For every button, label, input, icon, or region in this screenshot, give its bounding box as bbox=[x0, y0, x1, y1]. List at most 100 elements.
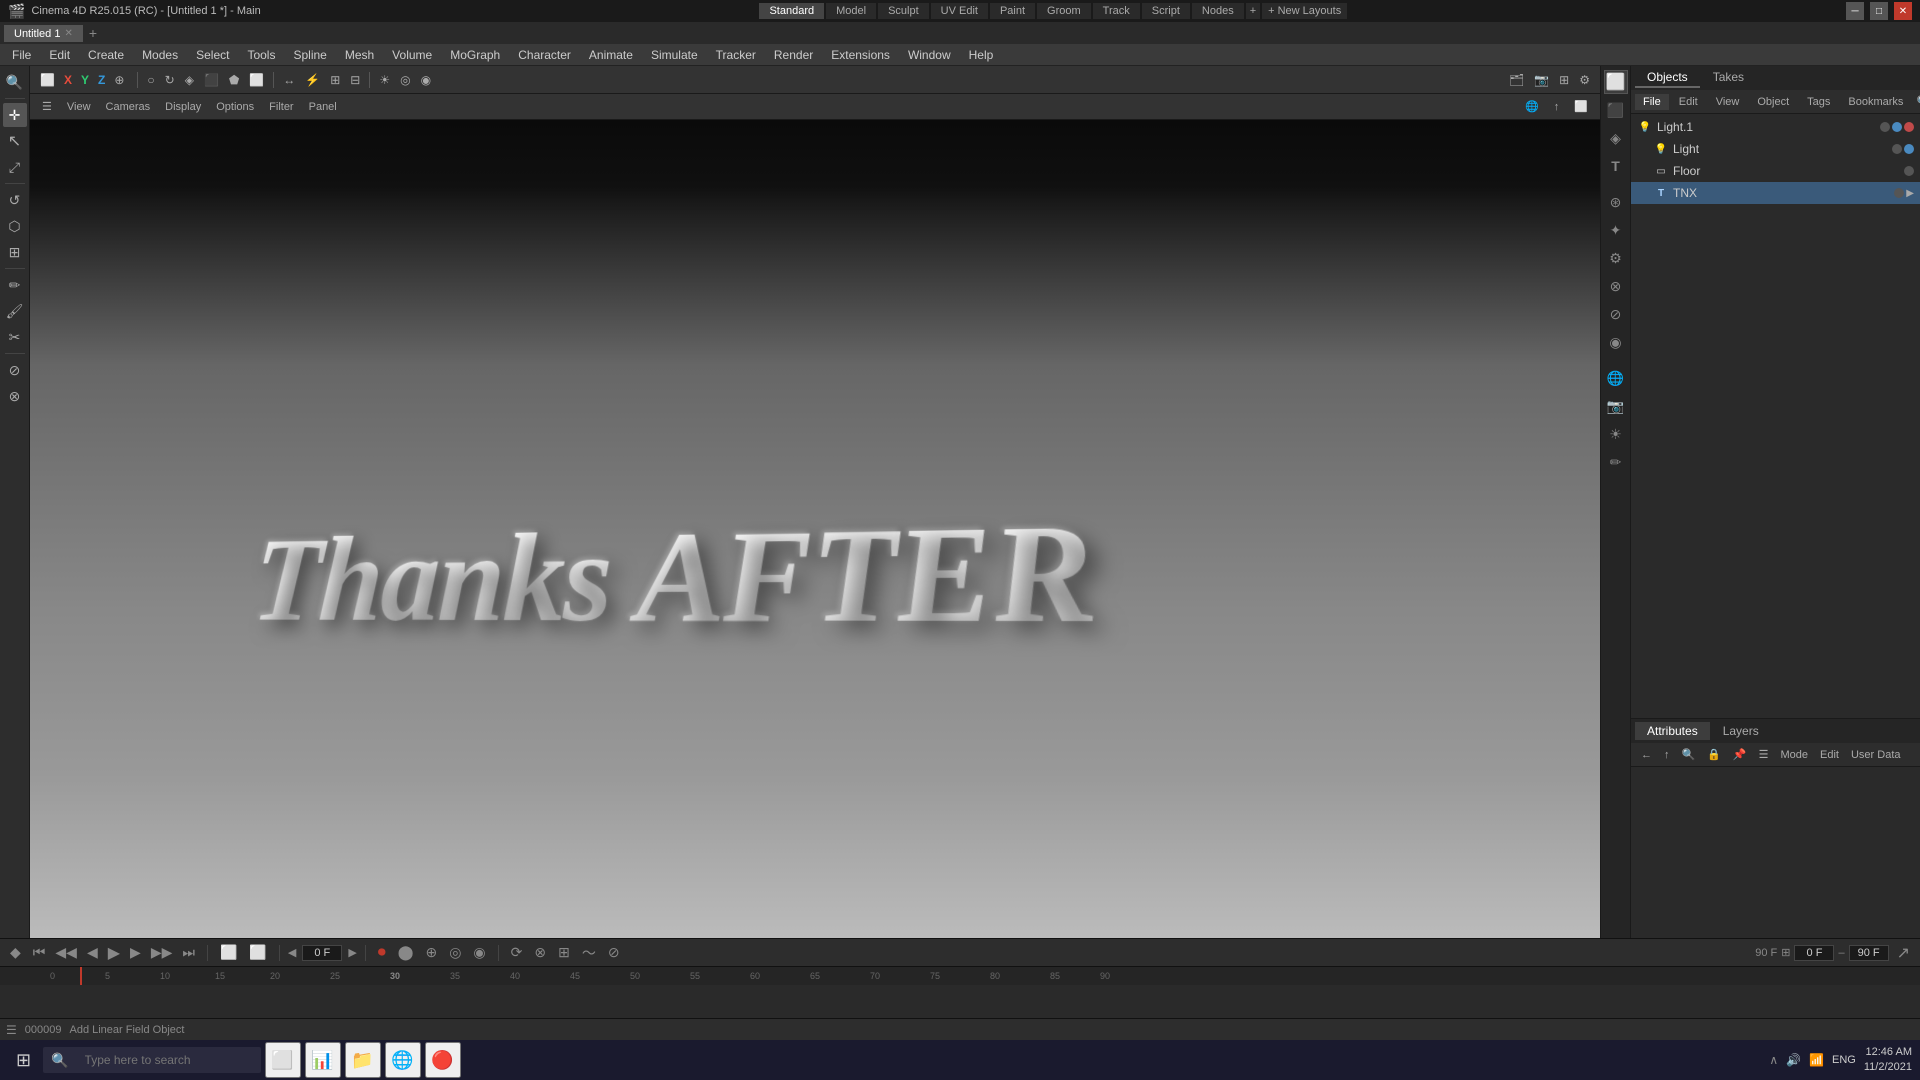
taskbar-chrome-icon[interactable]: 🔴 bbox=[425, 1042, 461, 1078]
sec-expand-icon[interactable]: 🌐 bbox=[1519, 98, 1545, 115]
tab-takes[interactable]: Takes bbox=[1701, 68, 1756, 88]
tab-add-button[interactable]: + bbox=[85, 25, 101, 41]
tl-next-key-btn[interactable]: ▶▶ bbox=[147, 942, 177, 963]
tool-sculpt[interactable]: ✂ bbox=[3, 325, 27, 349]
attr-pin-icon[interactable]: 📌 bbox=[1729, 747, 1751, 762]
obj-subtab-object[interactable]: Object bbox=[1749, 94, 1797, 110]
layout-plus-icon[interactable]: + bbox=[1246, 3, 1260, 19]
obj-subtab-view[interactable]: View bbox=[1708, 94, 1748, 110]
tl-rec4-btn[interactable]: ◎ bbox=[445, 942, 465, 963]
minimize-button[interactable]: ─ bbox=[1846, 2, 1864, 20]
tl-rec-btn[interactable]: ⏺ bbox=[374, 942, 390, 964]
tl-wave-btn[interactable]: 〜 bbox=[578, 941, 600, 965]
tl-pose-btn[interactable]: ⊞ bbox=[554, 942, 574, 963]
obj-subtab-bookmarks[interactable]: Bookmarks bbox=[1840, 94, 1911, 110]
menu-window[interactable]: Window bbox=[900, 46, 959, 64]
menu-extensions[interactable]: Extensions bbox=[823, 46, 898, 64]
menu-help[interactable]: Help bbox=[961, 46, 1002, 64]
tb-renderex-icon[interactable]: ◉ bbox=[417, 71, 435, 89]
tb-layout-icon[interactable]: ⊞ bbox=[1555, 71, 1573, 89]
menu-select[interactable]: Select bbox=[188, 46, 237, 64]
layout-sculpt[interactable]: Sculpt bbox=[878, 3, 929, 19]
tool-search[interactable]: 🔍 bbox=[3, 70, 27, 94]
tl-play-btn[interactable]: ▶ bbox=[104, 941, 124, 965]
strip-field-icon[interactable]: ⊛ bbox=[1604, 190, 1628, 214]
tl-autokey-btn[interactable]: ⬜ bbox=[245, 942, 270, 963]
tab-untitled1[interactable]: Untitled 1 ✕ bbox=[4, 25, 83, 42]
tb-grid-icon[interactable]: ⊞ bbox=[326, 71, 344, 89]
strip-bulb-icon[interactable]: ☀ bbox=[1604, 422, 1628, 446]
sec-filter-btn[interactable]: Filter bbox=[263, 99, 299, 115]
maximize-button[interactable]: □ bbox=[1870, 2, 1888, 20]
strip-objects-icon[interactable]: ⬜ bbox=[1604, 70, 1628, 94]
tl-prev-key-btn[interactable]: ◀◀ bbox=[51, 942, 81, 963]
strip-text-icon[interactable]: T bbox=[1604, 154, 1628, 178]
attr-up-icon[interactable]: ↑ bbox=[1660, 748, 1674, 762]
obj-item-light1[interactable]: 💡 Light.1 bbox=[1631, 116, 1920, 138]
menu-tools[interactable]: Tools bbox=[239, 46, 283, 64]
layout-paint[interactable]: Paint bbox=[990, 3, 1035, 19]
layout-script[interactable]: Script bbox=[1142, 3, 1190, 19]
menu-mesh[interactable]: Mesh bbox=[337, 46, 382, 64]
taskbar-view-icon[interactable]: ⬜ bbox=[265, 1042, 301, 1078]
strip-deformer-icon[interactable]: ⊘ bbox=[1604, 302, 1628, 326]
tb-camera2-icon[interactable]: 📷 bbox=[1530, 71, 1553, 89]
tl-end-frame-input[interactable] bbox=[1849, 945, 1889, 961]
layout-groom[interactable]: Groom bbox=[1037, 3, 1091, 19]
tl-rec2-btn[interactable]: ⬤ bbox=[394, 942, 418, 963]
attr-edit-label[interactable]: Edit bbox=[1816, 748, 1843, 762]
tl-record-mode-btn[interactable]: ⬜ bbox=[216, 942, 241, 963]
new-layouts-button[interactable]: + New Layouts bbox=[1262, 3, 1347, 19]
tl-start-frame-input[interactable] bbox=[1794, 945, 1834, 961]
layout-standard[interactable]: Standard bbox=[759, 3, 824, 19]
strip-globe-icon[interactable]: 🌐 bbox=[1604, 366, 1628, 390]
attr-menu-icon[interactable]: ☰ bbox=[1755, 747, 1773, 762]
obj-item-floor[interactable]: ▭ Floor bbox=[1631, 160, 1920, 182]
tb-transform-icon[interactable]: ⬛ bbox=[200, 71, 223, 89]
sec-options-btn[interactable]: Options bbox=[210, 99, 260, 115]
tl-motion-btn[interactable]: ⟳ bbox=[507, 942, 527, 963]
tl-next-frame-btn[interactable]: ▶ bbox=[126, 942, 145, 963]
sec-hamburger-icon[interactable]: ☰ bbox=[36, 98, 58, 115]
sec-panel-btn[interactable]: Panel bbox=[303, 99, 343, 115]
tl-ik-btn[interactable]: ⊗ bbox=[530, 942, 550, 963]
attr-search-icon[interactable]: 🔍 bbox=[1678, 747, 1700, 762]
tb-coord-icon[interactable]: ⊕ bbox=[110, 71, 128, 89]
tb-move-icon[interactable]: ○ bbox=[143, 71, 158, 89]
menu-animate[interactable]: Animate bbox=[581, 46, 641, 64]
tool-extra2[interactable]: ⊗ bbox=[3, 384, 27, 408]
attr-mode-label[interactable]: Mode bbox=[1776, 748, 1812, 762]
taskbar-search-input[interactable] bbox=[73, 1049, 253, 1071]
tl-rec5-btn[interactable]: ◉ bbox=[469, 942, 489, 963]
strip-light2-icon[interactable]: ◉ bbox=[1604, 330, 1628, 354]
taskbar-explorer-icon[interactable]: 📁 bbox=[345, 1042, 381, 1078]
menu-simulate[interactable]: Simulate bbox=[643, 46, 706, 64]
layout-nodes[interactable]: Nodes bbox=[1192, 3, 1244, 19]
attr-tab-layers[interactable]: Layers bbox=[1711, 722, 1771, 740]
attr-userdata-label[interactable]: User Data bbox=[1847, 748, 1905, 762]
tab-close-icon[interactable]: ✕ bbox=[64, 28, 72, 39]
tool-polygon[interactable]: ⬡ bbox=[3, 214, 27, 238]
attr-lock-icon[interactable]: 🔒 bbox=[1703, 747, 1725, 762]
tool-scale[interactable]: ⤢ bbox=[3, 155, 27, 179]
strip-scene-icon[interactable]: ◈ bbox=[1604, 126, 1628, 150]
menu-modes[interactable]: Modes bbox=[134, 46, 186, 64]
strip-material-icon[interactable]: ⬛ bbox=[1604, 98, 1628, 122]
obj-search-icon[interactable]: 🔍 bbox=[1913, 94, 1920, 109]
start-button[interactable]: ⊞ bbox=[8, 1046, 39, 1075]
tl-curve-icon[interactable]: ↗ bbox=[1893, 941, 1914, 965]
tb-camera-icon[interactable]: ☀ bbox=[375, 71, 394, 89]
obj-item-tnx[interactable]: T TNX ▶ bbox=[1631, 182, 1920, 204]
sec-display-btn[interactable]: Display bbox=[159, 99, 207, 115]
tool-paint[interactable]: 🖌 bbox=[3, 299, 27, 323]
menu-character[interactable]: Character bbox=[510, 46, 579, 64]
tool-move[interactable]: ✛ bbox=[3, 103, 27, 127]
tool-select[interactable]: ↖ bbox=[3, 129, 27, 153]
tl-extra-btn[interactable]: ⊘ bbox=[604, 942, 624, 963]
menu-tracker[interactable]: Tracker bbox=[708, 46, 764, 64]
status-menu-icon[interactable]: ☰ bbox=[6, 1023, 17, 1037]
obj-subtab-file[interactable]: File bbox=[1635, 94, 1669, 110]
tb-select-icon[interactable]: ⬜ bbox=[36, 71, 59, 89]
tool-rotate[interactable]: ↺ bbox=[3, 188, 27, 212]
tb-child-icon[interactable]: ⚡ bbox=[301, 71, 324, 89]
